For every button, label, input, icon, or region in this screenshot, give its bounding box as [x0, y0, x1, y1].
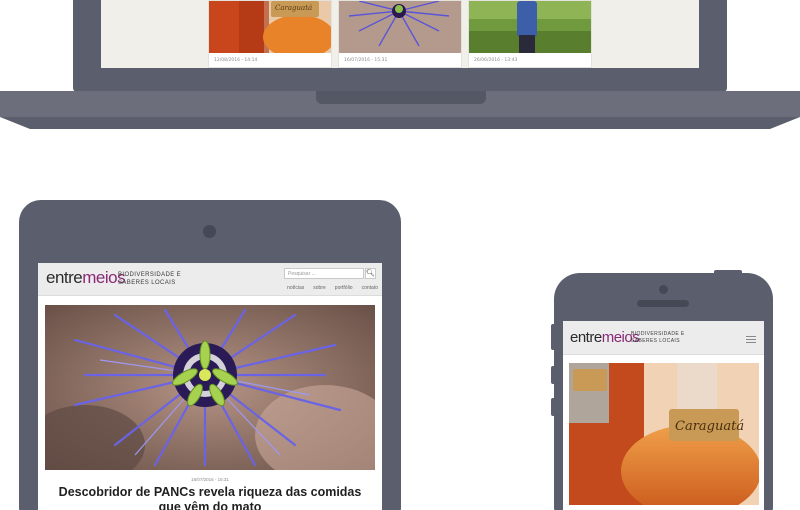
article-hero-image[interactable]: Caraguatá: [569, 363, 759, 505]
laptop-hinge-notch: [316, 91, 486, 104]
article-title[interactable]: Descobridor de PANCs revela riqueza das …: [48, 485, 372, 510]
site-logo[interactable]: entremeios: [570, 329, 640, 346]
site-tagline: Biodiversidade e Saberes Locais: [631, 331, 685, 344]
post-date: 26/06/2016 - 13:43: [474, 58, 518, 63]
article-hero-image[interactable]: [45, 305, 375, 470]
phone-screen: entremeios Biodiversidade e Saberes Loca…: [563, 321, 764, 510]
bottle-label: Caraguatá: [675, 419, 744, 434]
search-button[interactable]: 🔍︎: [365, 268, 376, 279]
phone-side-button: [551, 324, 556, 350]
post-date: 16/07/2016 - 15:31: [344, 58, 388, 63]
phone-volume-up-button: [551, 366, 556, 384]
article-date: 16/07/2016 - 15:31: [191, 477, 229, 482]
nav-item-sobre[interactable]: sobre: [313, 285, 326, 291]
site-logo[interactable]: entremeios: [46, 268, 126, 288]
phone-volume-down-button: [551, 398, 556, 416]
tablet-camera: [203, 225, 216, 238]
flower-photo: [339, 1, 461, 53]
phone-camera: [659, 285, 668, 294]
bottle-photo: Caraguatá: [209, 1, 331, 53]
laptop-foot: [0, 117, 800, 129]
phone-speaker: [637, 300, 689, 307]
site-header: entremeios Biodiversidade e Saberes Loca…: [38, 263, 382, 296]
tablet-screen: entremeios Biodiversidade e Saberes Loca…: [38, 263, 382, 510]
post-date: 12/08/2016 - 14:14: [214, 58, 258, 63]
farmer-photo: [469, 1, 591, 53]
nav-item-portfolio[interactable]: portfólio: [335, 285, 353, 291]
laptop-screen: Caraguatá 12/08/2016 - 14:14 16/07/2016 …: [101, 0, 699, 68]
nav-item-contato[interactable]: contato: [362, 285, 378, 291]
svg-text:Caraguatá: Caraguatá: [275, 4, 312, 12]
site-header: entremeios Biodiversidade e Saberes Loca…: [563, 321, 764, 355]
laptop-post-card[interactable]: Caraguatá 12/08/2016 - 14:14: [208, 0, 332, 68]
search-icon: 🔍︎: [366, 270, 375, 277]
site-tagline: Biodiversidade e Saberes Locais: [118, 272, 182, 286]
search-input[interactable]: Pesquisar ...: [284, 268, 364, 279]
nav-item-noticias[interactable]: notícias: [287, 285, 304, 291]
main-nav: notícias sobre portfólio contato: [287, 285, 378, 291]
laptop-post-card[interactable]: 16/07/2016 - 15:31: [338, 0, 462, 68]
hamburger-menu-icon[interactable]: [746, 336, 756, 345]
laptop-post-card[interactable]: 26/06/2016 - 13:43: [468, 0, 592, 68]
